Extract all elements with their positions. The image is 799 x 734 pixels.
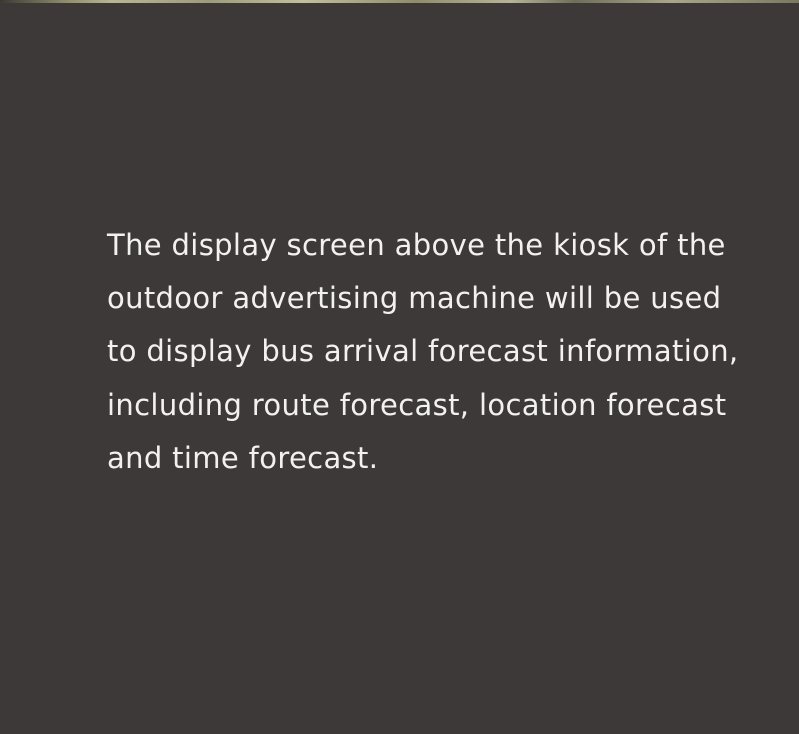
information-panel: The display screen above the kiosk of th…: [107, 219, 747, 485]
photo-edge-strip: [0, 0, 799, 3]
kiosk-display-description: The display screen above the kiosk of th…: [107, 228, 739, 475]
